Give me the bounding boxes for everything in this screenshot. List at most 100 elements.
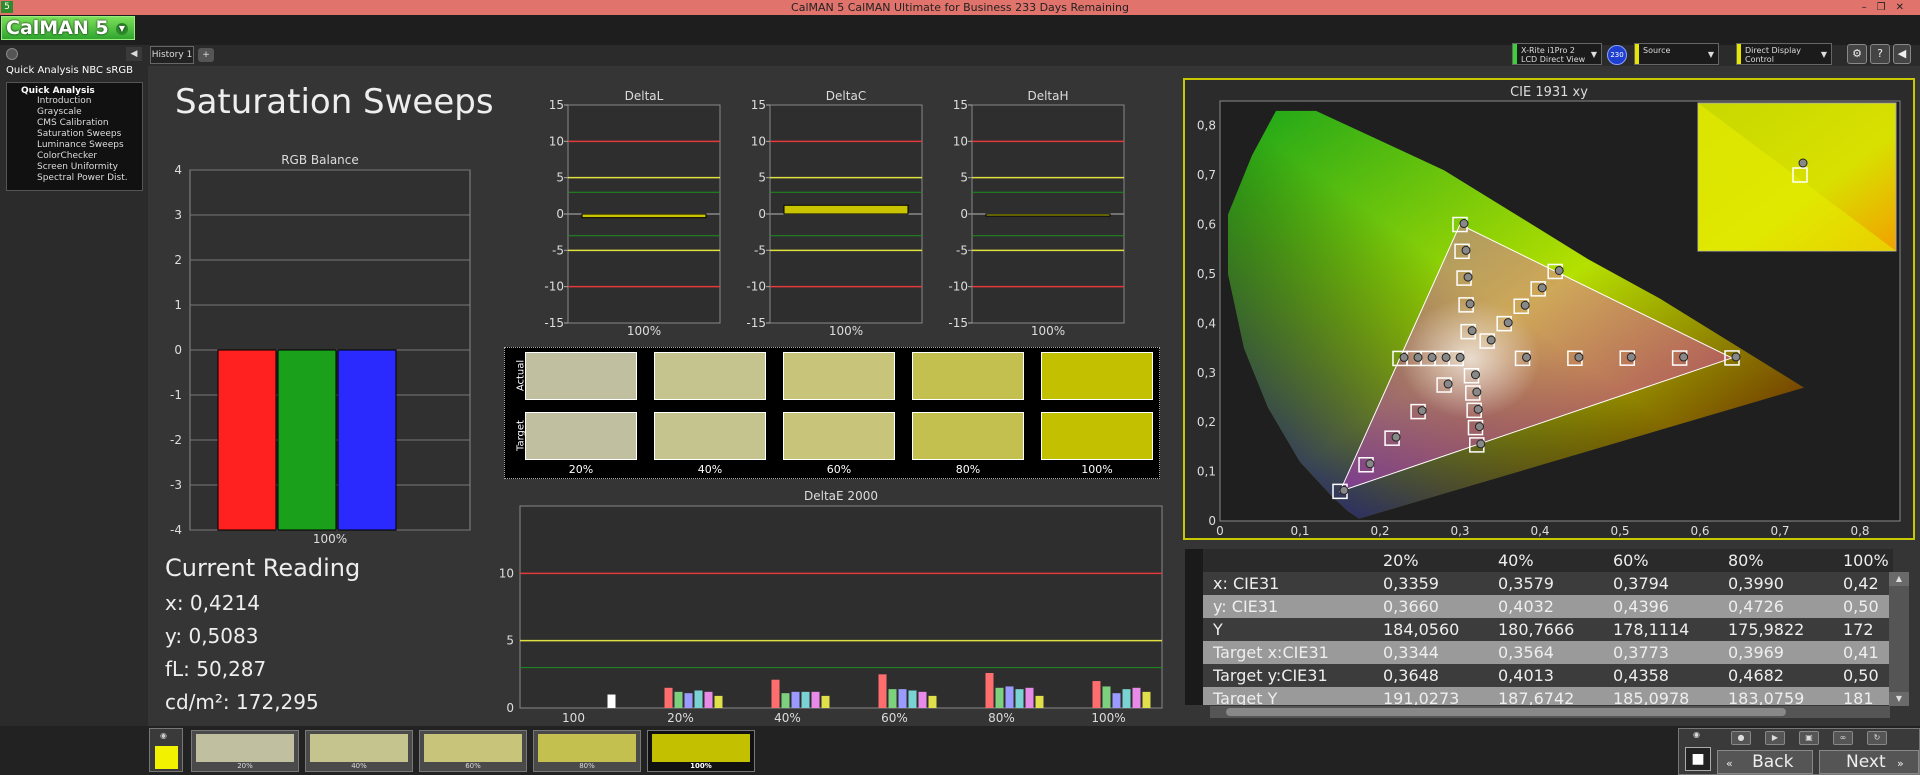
actual-swatch bbox=[912, 352, 1024, 400]
tab-history-1[interactable]: History 1 bbox=[150, 46, 194, 64]
sidebar-item-cms-calibration[interactable]: CMS Calibration bbox=[37, 118, 140, 129]
table-row[interactable]: y: CIE31 0,3660 0,4032 0,4396 0,4726 0,50 bbox=[1185, 595, 1893, 618]
table-row[interactable]: x: CIE31 0,3359 0,3579 0,3794 0,3990 0,42 bbox=[1185, 572, 1893, 595]
table-cell: 0,3990 bbox=[1728, 574, 1784, 593]
display-selector[interactable]: Direct Display Control ▼ bbox=[1736, 43, 1832, 65]
deltae-bar bbox=[664, 687, 673, 708]
sidebar-item-screen-uniformity[interactable]: Screen Uniformity bbox=[37, 162, 140, 173]
table-cell: 0,3648 bbox=[1383, 666, 1439, 685]
calman-logo-menu[interactable]: CalMAN 5 ▼ bbox=[1, 16, 135, 40]
sidebar-item-grayscale[interactable]: Grayscale bbox=[37, 107, 140, 118]
deltae-bar bbox=[791, 691, 800, 708]
rgb-balance-xlabel: 100% bbox=[313, 532, 347, 546]
workflow-tree: Quick Analysis Introduction Grayscale CM… bbox=[6, 82, 143, 191]
eye-icon[interactable]: ◉ bbox=[160, 731, 167, 740]
loop-button[interactable]: ∞ bbox=[1833, 731, 1853, 745]
table-cell: 172 bbox=[1843, 620, 1874, 639]
scroll-thumb[interactable] bbox=[1226, 708, 1786, 716]
actual-marker bbox=[1473, 404, 1483, 414]
eye-icon[interactable]: ◉ bbox=[1693, 730, 1700, 739]
table-row[interactable]: Target x:CIE31 0,3344 0,3564 0,3773 0,3969 0,… bbox=[1185, 641, 1893, 664]
y-tick-label: 0,4 bbox=[1197, 316, 1216, 330]
chevron-down-icon[interactable]: ▼ bbox=[116, 23, 128, 35]
current-reading-title: Current Reading bbox=[165, 554, 361, 582]
restore-icon[interactable]: ❐ bbox=[1877, 2, 1896, 13]
table-row[interactable]: Y 184,0560 180,7666 178,1114 175,9822 172 bbox=[1185, 618, 1893, 641]
refresh-button[interactable]: ↻ bbox=[1867, 731, 1887, 745]
y-tick-label: 0 bbox=[556, 207, 564, 221]
reading-x: x: 0,4214 bbox=[165, 591, 260, 615]
collapse-right-button[interactable]: ◀ bbox=[1893, 44, 1911, 64]
table-cell: 185,0978 bbox=[1613, 689, 1690, 705]
thumbnail-label: 80% bbox=[579, 762, 595, 770]
actual-swatch bbox=[1041, 352, 1153, 400]
table-cell: 180,7666 bbox=[1498, 620, 1575, 639]
source-selector[interactable]: Source ▼ bbox=[1634, 43, 1719, 65]
delta-chart-title: DeltaL bbox=[625, 89, 664, 103]
chevron-down-icon: ▼ bbox=[1590, 50, 1597, 59]
sidebar-item-saturation-sweeps[interactable]: Saturation Sweeps bbox=[37, 129, 121, 139]
y-tick-label: 0 bbox=[758, 207, 766, 221]
deltae-bar bbox=[811, 691, 820, 708]
table-vertical-scrollbar[interactable]: ▲ ▼ bbox=[1889, 572, 1909, 706]
deltae-bar bbox=[928, 695, 937, 708]
sidebar-item-spectral-power[interactable]: Spectral Power Dist. bbox=[37, 173, 140, 184]
actual-marker bbox=[1554, 265, 1564, 275]
gear-icon: ⚙ bbox=[1852, 47, 1862, 60]
meter-badge[interactable]: 230 bbox=[1607, 45, 1627, 65]
meter-selector[interactable]: X-Rite i1Pro 2 LCD Direct View ▼ bbox=[1512, 43, 1602, 65]
minimize-icon[interactable]: – bbox=[1862, 2, 1877, 13]
table-row[interactable]: Target y:CIE31 0,3648 0,4013 0,4358 0,4682 0,… bbox=[1185, 664, 1893, 687]
settings-button[interactable]: ⚙ bbox=[1847, 44, 1867, 64]
actual-marker bbox=[1365, 459, 1375, 469]
back-button[interactable]: « Back bbox=[1717, 750, 1813, 774]
swatch-label: 100% bbox=[1081, 463, 1113, 476]
deltae-bar bbox=[878, 674, 887, 708]
record-button[interactable]: ● bbox=[1731, 731, 1751, 745]
thumbnail-swatch bbox=[652, 734, 750, 762]
workflow-icon[interactable] bbox=[6, 48, 18, 60]
sweep-thumbnail[interactable]: 80% bbox=[533, 730, 641, 772]
help-button[interactable]: ? bbox=[1870, 44, 1890, 64]
save-button[interactable]: ▣ bbox=[1799, 731, 1819, 745]
table-header-row: 20% 40% 60% 80% 100% bbox=[1185, 549, 1893, 572]
inset-actual-marker bbox=[1798, 158, 1808, 168]
deltae-bar bbox=[1102, 686, 1111, 708]
sweep-thumbnail[interactable]: 20% bbox=[191, 730, 299, 772]
y-tick-label: -15 bbox=[746, 316, 766, 330]
swatch-label: 20% bbox=[568, 463, 594, 476]
sweep-thumbnail[interactable]: 60% bbox=[419, 730, 527, 772]
source-label: Source bbox=[1643, 46, 1671, 55]
actual-marker bbox=[1679, 352, 1689, 362]
back-label: Back bbox=[1752, 752, 1794, 772]
deltae-bar bbox=[1092, 681, 1101, 708]
add-tab-button[interactable]: + bbox=[198, 48, 214, 62]
actual-marker bbox=[1522, 352, 1532, 362]
chevron-down-icon[interactable]: ▼ bbox=[1889, 692, 1909, 706]
thumbnail-swatch bbox=[310, 734, 408, 762]
y-tick-label: -2 bbox=[170, 433, 182, 447]
stop-button[interactable]: ■ bbox=[1685, 747, 1711, 771]
thumbnail-swatch bbox=[424, 734, 522, 762]
sweep-thumbnail[interactable]: 40% bbox=[305, 730, 413, 772]
table-horizontal-scrollbar[interactable] bbox=[1210, 706, 1890, 718]
sidebar-item-luminance-sweeps[interactable]: Luminance Sweeps bbox=[37, 140, 140, 151]
deltae-bar bbox=[1035, 695, 1044, 708]
collapse-sidebar-button[interactable]: ◀ bbox=[126, 47, 142, 61]
x-tick-label: 0,1 bbox=[1290, 524, 1309, 538]
actual-marker bbox=[1441, 352, 1451, 362]
sweep-thumbnail[interactable]: 100% bbox=[647, 730, 755, 772]
chevron-up-icon[interactable]: ▲ bbox=[1889, 572, 1909, 586]
sidebar-item-colorchecker[interactable]: ColorChecker bbox=[37, 151, 140, 162]
sidebar-item-introduction[interactable]: Introduction bbox=[37, 96, 140, 107]
play-button[interactable]: ▶ bbox=[1765, 731, 1785, 745]
table-row[interactable]: Target Y 191,0273 187,6742 185,0978 183,0759… bbox=[1185, 687, 1893, 705]
column-header: 100% bbox=[1843, 551, 1889, 570]
next-button[interactable]: Next » bbox=[1819, 750, 1919, 774]
actual-marker bbox=[1520, 300, 1530, 310]
x-tick-label: 0,3 bbox=[1450, 524, 1469, 538]
tree-group-quick-analysis[interactable]: Quick Analysis bbox=[21, 86, 140, 96]
close-icon[interactable]: ✕ bbox=[1896, 2, 1914, 13]
delta-bar bbox=[581, 213, 707, 219]
row-label: Y bbox=[1213, 620, 1223, 639]
